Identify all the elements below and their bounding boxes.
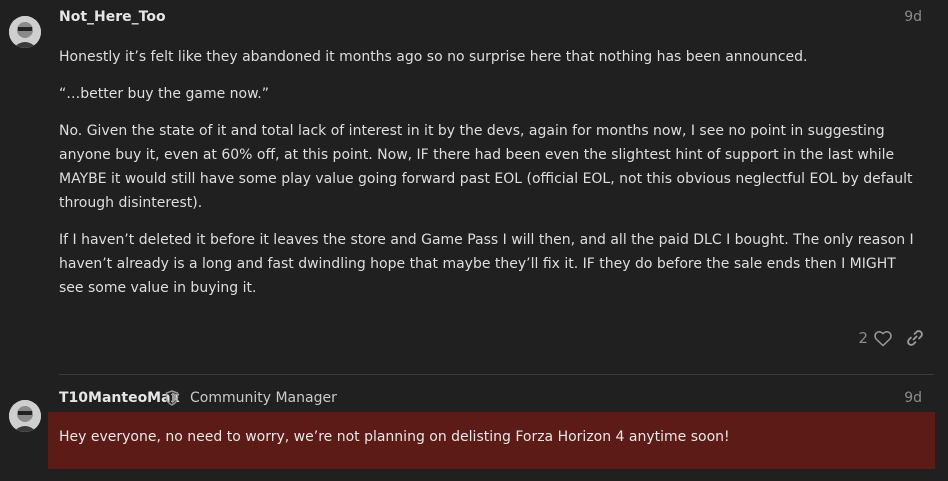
post-date[interactable]: 9d [904, 9, 922, 25]
post-body: Hey everyone, no need to worry, we’re no… [59, 429, 730, 445]
post-paragraph: Honestly it’s felt like they abandoned i… [59, 49, 808, 65]
post-actions: 2 [858, 326, 924, 350]
avatar-figure-icon [9, 16, 41, 48]
user-avatar[interactable] [9, 16, 41, 48]
avatar-figure-icon [9, 400, 41, 432]
post-body: Honestly it’s felt like they abandoned i… [59, 45, 919, 313]
heart-icon[interactable] [874, 330, 892, 347]
like-button[interactable]: 2 [858, 329, 892, 347]
share-link-button[interactable] [906, 329, 924, 347]
post-username[interactable]: Not_Here_Too [59, 9, 166, 25]
post-divider [59, 374, 934, 375]
post-paragraph: No. Given the state of it and total lack… [59, 123, 913, 211]
post-date[interactable]: 9d [904, 390, 922, 406]
staff-highlight-box: Hey everyone, no need to worry, we’re no… [48, 412, 935, 469]
post-not-here-too: Not_Here_Too 9d Honestly it’s felt like … [0, 0, 948, 375]
shield-icon [165, 390, 179, 406]
post-quote: “…better buy the game now.” [59, 86, 269, 102]
user-avatar[interactable] [9, 400, 41, 432]
user-role: Community Manager [190, 390, 337, 406]
post-t10manteomax: T10ManteoMax Community Manager 9d Hey ev… [0, 376, 948, 481]
post-username[interactable]: T10ManteoMax [59, 390, 180, 406]
link-icon [907, 330, 923, 346]
post-paragraph: If I haven’t deleted it before it leaves… [59, 232, 914, 296]
like-count: 2 [858, 329, 868, 347]
